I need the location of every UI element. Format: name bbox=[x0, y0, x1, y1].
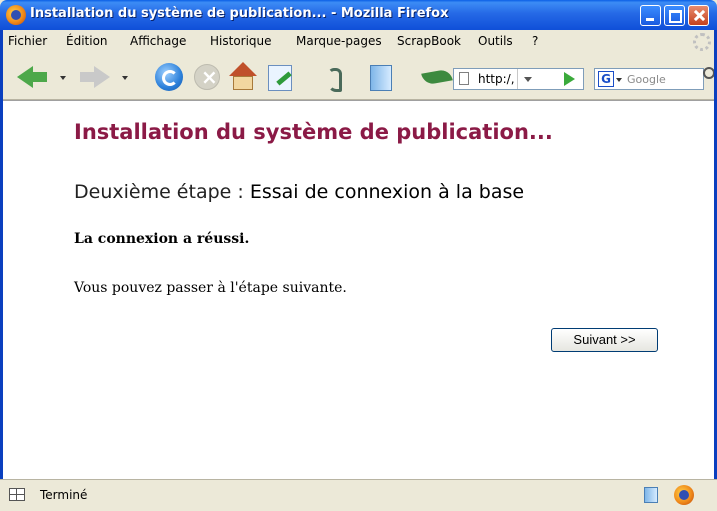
stop-icon[interactable] bbox=[190, 60, 224, 94]
forward-dropdown-icon[interactable] bbox=[122, 76, 128, 80]
maximize-button[interactable] bbox=[664, 5, 685, 26]
edit-page-icon[interactable] bbox=[264, 60, 298, 94]
page-title: Installation du système de publication..… bbox=[74, 120, 553, 144]
go-icon[interactable] bbox=[564, 72, 575, 86]
menu-bar: Fichier Édition Affichage Historique Mar… bbox=[0, 30, 717, 54]
menu-edition[interactable]: Édition bbox=[66, 34, 108, 48]
title-bar[interactable]: Installation du système de publication..… bbox=[0, 0, 717, 30]
menu-scrapbook[interactable]: ScrapBook bbox=[397, 34, 461, 48]
firefox-icon bbox=[6, 5, 26, 25]
next-step-message: Vous pouvez passer à l'étape suivante. bbox=[74, 280, 347, 296]
back-icon[interactable] bbox=[15, 60, 49, 94]
step-heading: Deuxième étape : Essai de connexion à la… bbox=[74, 181, 524, 203]
next-button[interactable]: Suivant >> bbox=[551, 328, 658, 352]
menu-affichage[interactable]: Affichage bbox=[130, 34, 186, 48]
engine-dropdown-icon[interactable] bbox=[616, 78, 622, 82]
leaf-icon[interactable] bbox=[420, 60, 454, 94]
search-bar[interactable]: G Google bbox=[594, 68, 704, 90]
status-text: Terminé bbox=[40, 488, 88, 502]
reload-icon[interactable] bbox=[152, 60, 186, 94]
google-icon[interactable]: G bbox=[598, 71, 614, 87]
home-icon[interactable] bbox=[226, 60, 260, 94]
url-bar[interactable]: http:/, bbox=[453, 68, 584, 90]
firefox-window: Installation du système de publication..… bbox=[0, 0, 717, 511]
step-label: Deuxième étape : bbox=[74, 181, 250, 203]
status-bar: Terminé bbox=[0, 479, 717, 511]
throbber-icon bbox=[693, 33, 711, 51]
menu-outils[interactable]: Outils bbox=[478, 34, 513, 48]
seahorse-icon[interactable] bbox=[318, 60, 352, 94]
success-message: La connexion a réussi. bbox=[74, 231, 250, 247]
menu-marque-pages[interactable]: Marque-pages bbox=[296, 34, 382, 48]
menu-historique[interactable]: Historique bbox=[210, 34, 272, 48]
back-dropdown-icon[interactable] bbox=[60, 76, 66, 80]
page-info-icon[interactable] bbox=[9, 488, 25, 501]
search-placeholder[interactable]: Google bbox=[627, 73, 666, 86]
firefox-status-icon[interactable] bbox=[674, 485, 694, 505]
menu-help[interactable]: ? bbox=[532, 34, 538, 48]
minimize-button[interactable] bbox=[640, 5, 661, 26]
window-frame-left bbox=[0, 30, 3, 511]
navigation-toolbar: http:/, G Google bbox=[0, 54, 717, 100]
window-title: Installation du système de publication..… bbox=[30, 6, 449, 21]
menu-fichier[interactable]: Fichier bbox=[8, 34, 47, 48]
page-icon bbox=[459, 72, 469, 85]
forward-icon[interactable] bbox=[78, 60, 112, 94]
close-button[interactable] bbox=[688, 5, 709, 26]
url-dropdown-icon[interactable] bbox=[517, 69, 537, 89]
scrapbook-icon[interactable] bbox=[644, 487, 658, 503]
url-text[interactable]: http:/, bbox=[478, 72, 514, 86]
sidebar-book-icon[interactable] bbox=[364, 60, 398, 94]
step-title: Essai de connexion à la base bbox=[249, 181, 525, 203]
